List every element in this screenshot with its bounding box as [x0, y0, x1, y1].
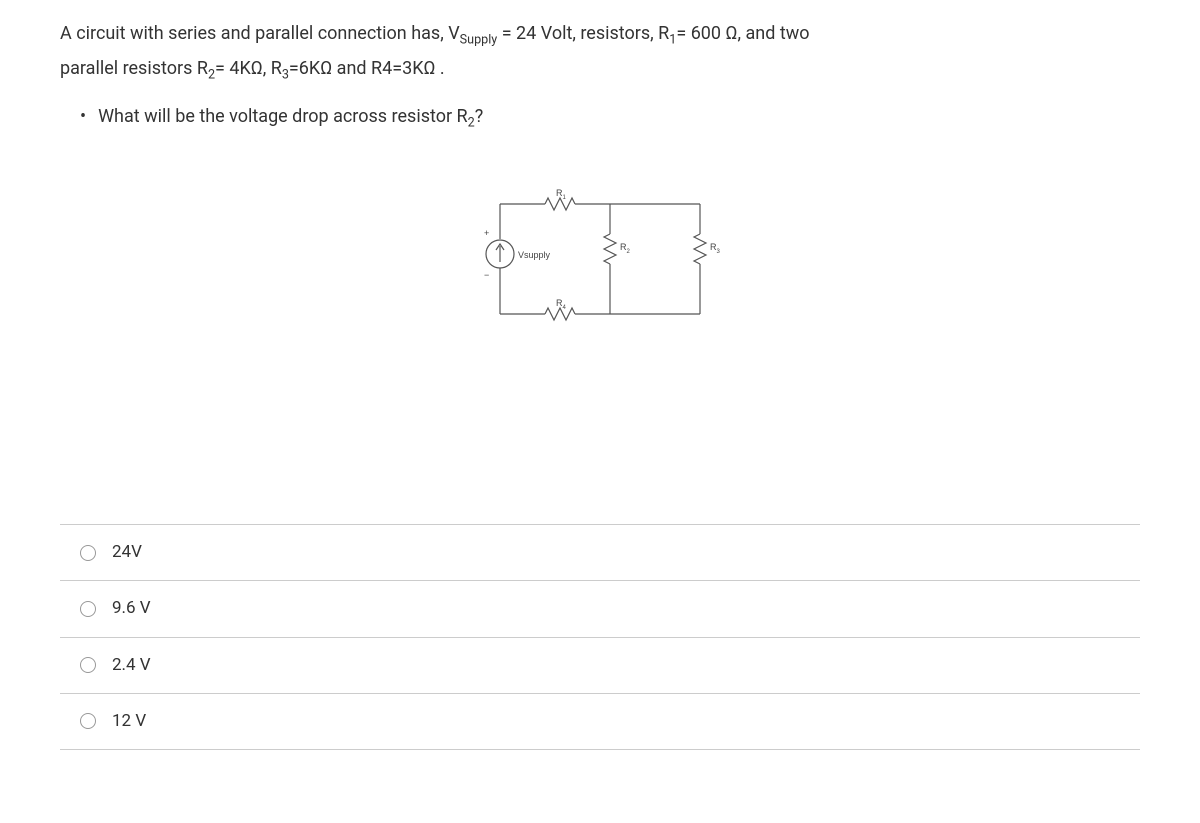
circuit-svg: R1 R2 R3 R4 Vsupply + −: [470, 184, 730, 344]
label-r1: R1: [556, 188, 567, 201]
answer-radio[interactable]: [80, 713, 96, 729]
text-fragment: = 24 Volt, resistors, R: [497, 23, 669, 44]
text-fragment: What will be the voltage drop across res…: [98, 106, 468, 127]
answer-option[interactable]: 12 V: [60, 694, 1140, 750]
answer-list: 24V 9.6 V 2.4 V 12 V: [60, 524, 1140, 750]
answer-radio[interactable]: [80, 601, 96, 617]
text-fragment: =6KΩ and R4=3KΩ .: [289, 58, 445, 79]
label-r3: R3: [710, 242, 721, 255]
question-text: A circuit with series and parallel conne…: [60, 20, 1140, 134]
answer-label[interactable]: 12 V: [112, 708, 146, 735]
label-r2: R2: [620, 242, 631, 255]
bullet-text: What will be the voltage drop across res…: [98, 103, 483, 134]
subscript: 2: [208, 67, 215, 82]
question-bullet: • What will be the voltage drop across r…: [80, 103, 1140, 134]
label-minus: −: [484, 270, 489, 280]
text-fragment: = 600 Ω, and two: [676, 23, 809, 44]
answer-label[interactable]: 9.6 V: [112, 595, 151, 622]
text-fragment: = 4KΩ, R: [215, 58, 282, 79]
answer-option[interactable]: 24V: [60, 525, 1140, 581]
answer-radio[interactable]: [80, 545, 96, 561]
bullet-icon: •: [80, 103, 86, 132]
text-fragment: A circuit with series and parallel conne…: [60, 23, 460, 44]
label-r4: R4: [556, 298, 567, 311]
subscript: Supply: [460, 33, 498, 48]
text-fragment: ?: [475, 106, 484, 127]
subscript: 3: [282, 67, 289, 82]
text-fragment: parallel resistors R: [60, 58, 208, 79]
label-vsupply: Vsupply: [518, 250, 551, 260]
subscript: 2: [468, 116, 475, 131]
answer-radio[interactable]: [80, 657, 96, 673]
question-line-1: A circuit with series and parallel conne…: [60, 20, 1140, 51]
answer-option[interactable]: 2.4 V: [60, 638, 1140, 694]
label-plus: +: [484, 228, 489, 238]
question-line-2: parallel resistors R2= 4KΩ, R3=6KΩ and R…: [60, 55, 1140, 86]
answer-label[interactable]: 24V: [112, 539, 142, 566]
circuit-diagram: R1 R2 R3 R4 Vsupply + −: [60, 184, 1140, 344]
answer-option[interactable]: 9.6 V: [60, 581, 1140, 637]
answer-label[interactable]: 2.4 V: [112, 652, 151, 679]
